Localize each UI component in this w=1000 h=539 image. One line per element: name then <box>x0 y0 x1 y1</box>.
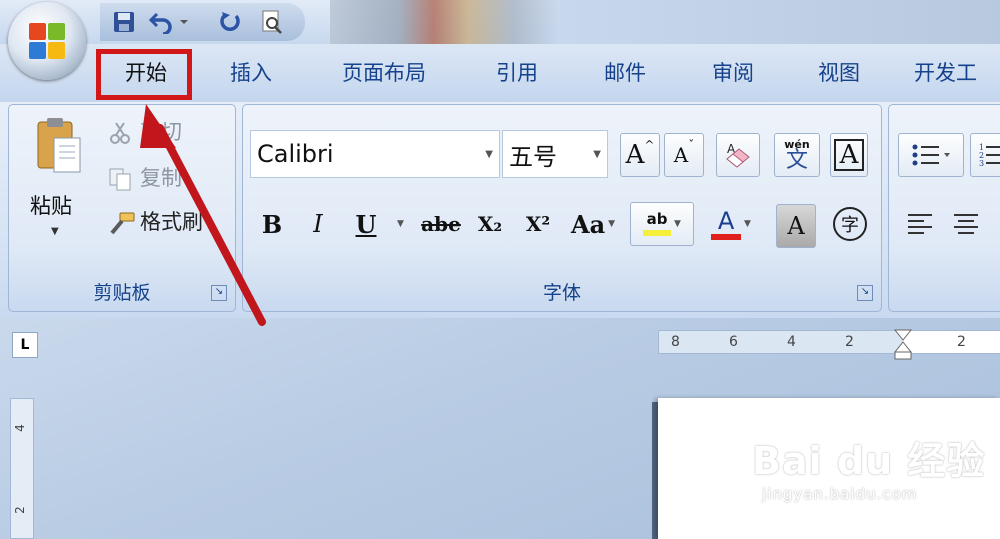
watermark-main: Bai du 经验 <box>752 439 986 483</box>
align-left-icon <box>908 214 932 234</box>
character-border-button[interactable]: A <box>830 133 868 177</box>
font-color-button[interactable]: A ▼ <box>700 202 762 246</box>
character-border-label: A <box>833 139 865 171</box>
font-name-combobox[interactable]: Calibri ▼ <box>250 130 500 178</box>
clear-formatting-button[interactable]: A <box>716 133 760 177</box>
bold-button[interactable]: B <box>256 202 288 246</box>
ruler-text-area <box>903 331 1000 353</box>
quick-access-toolbar <box>100 3 305 41</box>
title-bar <box>0 0 1000 44</box>
underline-dropdown-icon[interactable]: ▼ <box>392 202 406 246</box>
ruler-number: 2 <box>845 334 854 350</box>
grow-font-caret-icon: ^ <box>644 138 655 152</box>
font-color-dropdown-icon[interactable]: ▼ <box>744 219 751 229</box>
paste-button[interactable]: 粘贴 <box>30 190 72 220</box>
watermark-sub: jingyan.baidu.com <box>762 485 918 503</box>
shrink-font-button[interactable]: Aˇ <box>664 133 704 177</box>
format-painter-label: 格式刷 <box>140 210 203 234</box>
redo-icon[interactable] <box>214 7 246 37</box>
format-painter-button[interactable]: 格式刷 <box>108 206 203 236</box>
undo-dropdown-icon[interactable] <box>176 7 192 37</box>
copy-icon <box>108 167 136 191</box>
italic-button[interactable]: I <box>302 202 334 246</box>
align-center-icon <box>954 214 978 234</box>
indent-marker-icon[interactable] <box>893 328 913 360</box>
font-color-swatch <box>711 233 742 240</box>
shrink-font-label: A <box>673 143 689 167</box>
cut-button[interactable]: 剪切 <box>108 116 182 146</box>
ruler-number: 2 <box>12 506 27 514</box>
tab-view[interactable]: 视图 <box>802 56 876 88</box>
underline-button[interactable]: U <box>350 202 382 246</box>
ruler-number: 4 <box>787 334 796 350</box>
character-shading-button[interactable]: A <box>776 204 816 248</box>
bullets-button[interactable] <box>898 133 964 177</box>
font-size-dropdown-icon[interactable]: ▼ <box>593 149 601 160</box>
bullets-icon <box>912 144 950 166</box>
ruler-number: 8 <box>671 334 680 350</box>
change-case-dropdown-icon[interactable]: ▼ <box>608 219 615 229</box>
highlight-box <box>96 49 192 100</box>
font-name-dropdown-icon[interactable]: ▼ <box>485 149 493 160</box>
shrink-font-caret-icon: ˇ <box>688 138 695 152</box>
svg-text:3: 3 <box>979 159 984 168</box>
tab-page-layout[interactable]: 页面布局 <box>326 56 442 88</box>
ruler-number: 2 <box>957 334 966 350</box>
strikethrough-button[interactable]: abe <box>418 202 464 246</box>
paste-icon[interactable] <box>34 116 82 174</box>
grow-font-button[interactable]: A ^ <box>620 133 660 177</box>
scissors-icon <box>108 121 136 145</box>
print-preview-icon[interactable] <box>256 7 288 37</box>
tab-references[interactable]: 引用 <box>480 56 554 88</box>
title-bar-background <box>560 0 1000 44</box>
font-name-value: Calibri <box>257 140 334 168</box>
undo-icon[interactable] <box>146 7 178 37</box>
cut-label: 剪切 <box>140 120 182 144</box>
phonetic-char: 文 <box>785 147 808 173</box>
subscript-button[interactable]: X₂ <box>470 202 510 246</box>
change-case-button[interactable]: Aa ▼ <box>564 202 622 246</box>
office-logo-icon <box>29 23 65 59</box>
change-case-label: Aa <box>570 209 606 239</box>
phonetic-guide-button[interactable]: wén 文 <box>774 133 820 177</box>
clear-formatting-icon: A <box>726 142 750 168</box>
tab-selector[interactable]: L <box>12 332 38 358</box>
font-size-value: 五号 <box>509 142 557 171</box>
enclose-characters-label: 字 <box>833 207 867 241</box>
copy-button[interactable]: 复制 <box>108 162 182 192</box>
save-icon[interactable] <box>108 7 140 37</box>
text-highlight-button[interactable]: ab ▼ <box>630 202 694 246</box>
tab-review[interactable]: 审阅 <box>696 56 770 88</box>
vertical-ruler[interactable]: 4 2 <box>10 398 34 539</box>
font-launcher-icon[interactable]: ↘ <box>857 285 873 301</box>
tab-developer[interactable]: 开发工 <box>914 56 1000 88</box>
font-size-combobox[interactable]: 五号 ▼ <box>502 130 608 178</box>
watermark: Bai du 经验 jingyan.baidu.com <box>752 430 992 520</box>
format-painter-icon <box>108 211 136 235</box>
title-bar-blurred-area <box>330 0 560 44</box>
numbering-button[interactable]: 1 2 3 <box>970 133 1000 177</box>
copy-label: 复制 <box>140 166 182 190</box>
align-left-button[interactable] <box>900 202 940 246</box>
tab-insert[interactable]: 插入 <box>214 56 288 88</box>
ruler-number: 6 <box>729 334 738 350</box>
horizontal-ruler[interactable]: 8 6 4 2 2 <box>658 329 1000 360</box>
highlight-color-swatch <box>643 230 672 236</box>
align-center-button[interactable] <box>946 202 986 246</box>
paste-dropdown-icon[interactable]: ▼ <box>51 226 59 237</box>
highlight-dropdown-icon[interactable]: ▼ <box>674 219 681 229</box>
enclose-characters-button[interactable]: 字 <box>828 202 872 246</box>
clipboard-launcher-icon[interactable]: ↘ <box>211 285 227 301</box>
ruler-number: 4 <box>12 424 27 432</box>
highlight-label: ab <box>646 210 668 228</box>
font-color-label: A <box>717 206 735 235</box>
superscript-button[interactable]: X² <box>518 202 558 246</box>
numbering-icon: 1 2 3 <box>979 143 1000 168</box>
office-button[interactable] <box>8 2 86 80</box>
font-group-label: 字体 <box>542 282 581 304</box>
tab-mailings[interactable]: 邮件 <box>588 56 662 88</box>
clipboard-group-label: 剪贴板 <box>93 282 151 304</box>
grow-font-label: A <box>625 140 645 170</box>
